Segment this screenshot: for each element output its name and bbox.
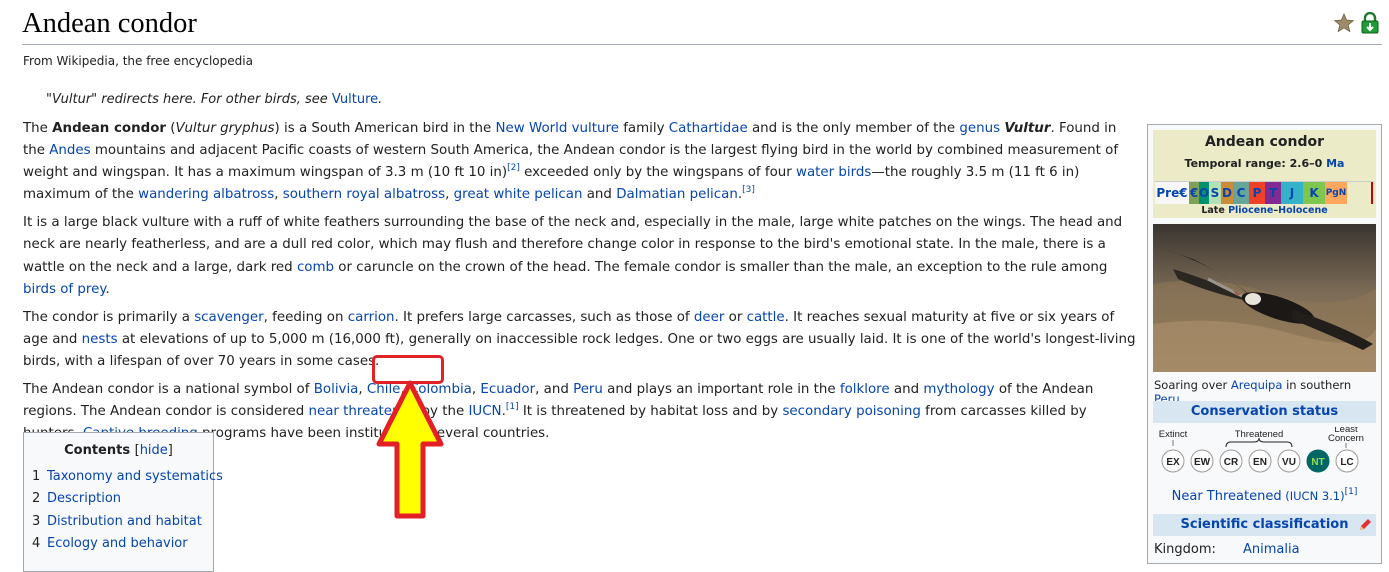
site-subtitle: From Wikipedia, the free encyclopedia: [23, 54, 253, 68]
link-pliocene[interactable]: Pliocene: [1228, 205, 1273, 216]
timescale-segment[interactable]: S: [1209, 182, 1221, 204]
green-lock-icon[interactable]: [1360, 12, 1380, 34]
link-near-threatened-status[interactable]: Near Threatened: [1172, 489, 1282, 504]
link-southern-royal-albatross[interactable]: southern royal albatross: [283, 187, 445, 202]
timescale-segment[interactable]: PgN: [1325, 182, 1347, 204]
status-code-ew: EW: [1194, 457, 1211, 468]
hatnote-text: "Vultur" redirects here. For other birds…: [46, 92, 332, 107]
link-dalmatian-pelican[interactable]: Dalmatian pelican: [616, 187, 738, 202]
timescale-segment[interactable]: T: [1265, 182, 1281, 204]
link-water-birds[interactable]: water birds: [796, 165, 871, 180]
timescale-segment[interactable]: €: [1189, 182, 1199, 204]
link-mythology[interactable]: mythology: [923, 382, 994, 397]
link-scavenger[interactable]: scavenger: [194, 310, 263, 325]
link-iucn[interactable]: IUCN: [468, 404, 501, 419]
label-concern: Concern: [1328, 433, 1364, 444]
link-andes[interactable]: Andes: [49, 143, 90, 158]
toc-hide-link[interactable]: hide: [140, 443, 168, 458]
toc-item[interactable]: 3 Distribution and habitat: [32, 511, 205, 533]
timescale-marker: [1371, 182, 1373, 204]
hatnote: "Vultur" redirects here. For other birds…: [46, 92, 383, 107]
table-of-contents: Contents [hide] 1 Taxonomy and systematic…: [23, 432, 223, 572]
link-ma[interactable]: Ma: [1326, 157, 1344, 170]
timescale-segment[interactable]: J: [1281, 182, 1303, 204]
condor-photo[interactable]: [1153, 224, 1376, 372]
status-code-cr: CR: [1224, 457, 1239, 468]
link-great-white-pelican[interactable]: great white pelican: [454, 187, 583, 202]
label-extinct: Extinct: [1159, 429, 1188, 440]
link-new-world-vulture[interactable]: New World vulture: [496, 121, 619, 136]
link-deer[interactable]: deer: [694, 310, 724, 325]
link-cathartidae[interactable]: Cathartidae: [669, 121, 748, 136]
conservation-status-header: Conservation status: [1153, 401, 1376, 423]
status-text: Near Threatened (IUCN 3.1)[1]: [1171, 487, 1358, 505]
geologic-timescale-bar: Pre€ € O S D C P T J K PgN: [1155, 181, 1374, 204]
paragraph-2: It is a large black vulture with a ruff …: [23, 215, 1123, 297]
star-icon[interactable]: [1334, 13, 1354, 33]
status-code-vu: VU: [1282, 457, 1296, 468]
citation-2[interactable]: [2]: [507, 163, 520, 173]
paragraph-3: The condor is primarily a scavenger, fee…: [23, 309, 1136, 369]
bold-subject: Andean condor: [52, 121, 167, 136]
infobox-title: Andean condor: [1204, 134, 1325, 150]
link-holocene[interactable]: Holocene: [1278, 205, 1328, 216]
status-code-en: EN: [1253, 457, 1267, 468]
link-secondary-poisoning[interactable]: secondary poisoning: [782, 404, 920, 419]
page-heading: Andean condor: [22, 4, 1382, 45]
link-carrion[interactable]: carrion: [348, 310, 395, 325]
link-peru[interactable]: Peru: [573, 382, 603, 397]
up-arrow-icon: [376, 380, 444, 519]
status-code-nt: NT: [1311, 457, 1324, 468]
citation-1[interactable]: [1]: [506, 402, 519, 412]
citation-3[interactable]: [3]: [742, 185, 755, 195]
epoch-range: Late Pliocene–Holocene: [1201, 205, 1328, 216]
page-title: Andean condor: [22, 8, 197, 39]
classification-row: Kingdom: Animalia: [1154, 542, 1300, 557]
timescale-segment[interactable]: P: [1249, 182, 1265, 204]
scientific-classification-header: Scientific classification: [1153, 514, 1376, 536]
link-cattle[interactable]: cattle: [747, 310, 785, 325]
article-body: The Andean condor (Vultur gryphus) is a …: [23, 118, 1138, 451]
timescale-segment[interactable]: D: [1221, 182, 1233, 204]
timescale-segment[interactable]: K: [1303, 182, 1325, 204]
link-arequipa[interactable]: Arequipa: [1231, 378, 1283, 392]
link-nests[interactable]: nests: [82, 332, 118, 347]
pencil-icon[interactable]: [1358, 518, 1372, 532]
link-birds-of-prey[interactable]: birds of prey: [23, 282, 105, 297]
link-wandering-albatross[interactable]: wandering albatross: [138, 187, 274, 202]
link-scientific-classification[interactable]: Scientific classification: [1181, 517, 1349, 532]
status-code-ex: EX: [1166, 457, 1180, 468]
link-ecuador[interactable]: Ecuador: [480, 382, 535, 397]
link-animalia[interactable]: Animalia: [1243, 542, 1300, 557]
timescale-segment[interactable]: Pre€: [1155, 182, 1189, 204]
link-bolivia[interactable]: Bolivia: [314, 382, 359, 397]
infobox: Andean condor Temporal range: 2.6–0 Ma P…: [1147, 124, 1382, 564]
timescale-segment[interactable]: C: [1233, 182, 1249, 204]
conservation-status-scale: Extinct Threatened Least Concern EX EW CR E…: [1159, 427, 1364, 473]
link-conservation-status[interactable]: Conservation status: [1191, 404, 1338, 419]
toc-title: Contents [hide]: [64, 443, 173, 458]
link-folklore[interactable]: folklore: [840, 382, 890, 397]
link-vulture[interactable]: Vulture: [332, 92, 378, 107]
infobox-header: Andean condor Temporal range: 2.6–0 Ma P…: [1153, 130, 1376, 218]
toc-item[interactable]: 4 Ecology and behavior: [32, 533, 205, 555]
toc-item[interactable]: 2 Description: [32, 488, 205, 510]
status-code-lc: LC: [1340, 457, 1353, 468]
link-genus[interactable]: genus: [959, 121, 1000, 136]
toc-item[interactable]: 1 Taxonomy and systematics: [32, 466, 223, 488]
link-comb[interactable]: comb: [297, 260, 334, 275]
paragraph-1: The Andean condor (Vultur gryphus) is a …: [23, 121, 1119, 203]
temporal-range: Temporal range: 2.6–0 Ma: [1184, 157, 1345, 170]
timescale-segment[interactable]: O: [1199, 182, 1209, 204]
